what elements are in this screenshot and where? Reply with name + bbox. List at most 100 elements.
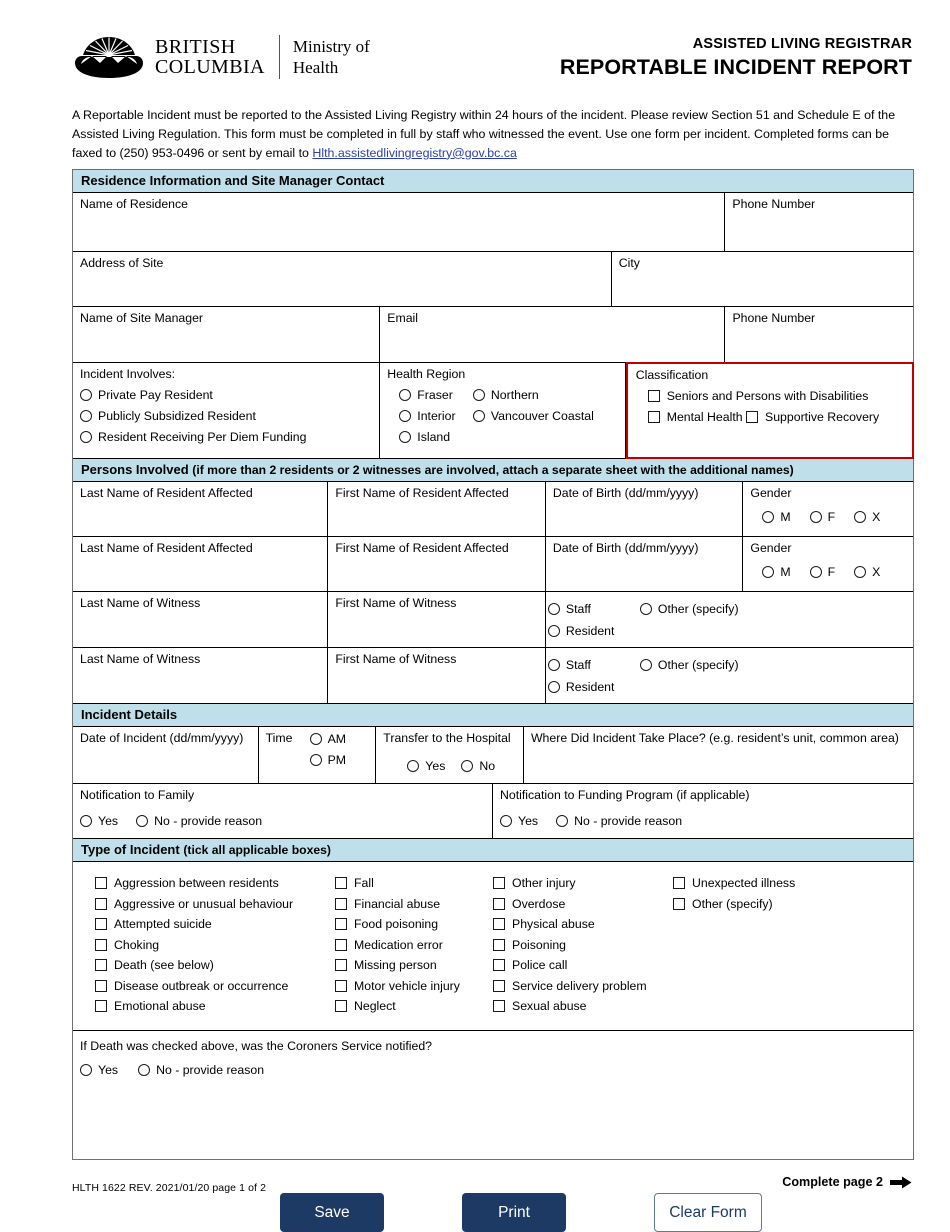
field-where-did-incident-take-place[interactable]: Where Did Incident Take Place? (e.g. res…	[524, 727, 913, 783]
label-resident1-first-name: First Name of Resident Affected	[335, 486, 509, 501]
checkbox-supportive-recovery[interactable]: Supportive Recovery	[746, 410, 879, 424]
incident-involves-options: Private Pay Resident Publicly Subsidized…	[80, 388, 373, 451]
checkbox-death[interactable]: Death (see below)	[95, 958, 335, 972]
radio-family-no[interactable]: No - provide reason	[136, 814, 262, 828]
radio-time-pm[interactable]: PM	[309, 753, 346, 767]
field-address-of-site[interactable]: Address of Site	[73, 252, 612, 306]
checkbox-poisoning[interactable]: Poisoning	[493, 938, 673, 952]
checkbox-neglect[interactable]: Neglect	[335, 999, 493, 1013]
radio-resident1-gender-m[interactable]: M	[762, 510, 791, 524]
page-header: BRITISH COLUMBIA Ministry of Health ASSI…	[0, 0, 950, 100]
radio-resident2-gender-x[interactable]: X	[854, 565, 880, 579]
checkbox-overdose[interactable]: Overdose	[493, 897, 673, 911]
radio-transfer-no[interactable]: No	[461, 759, 495, 773]
field-resident2-last-name[interactable]: Last Name of Resident Affected	[73, 537, 329, 592]
checkbox-mental-health[interactable]: Mental Health	[647, 410, 743, 424]
radio-witness2-resident[interactable]: Resident	[547, 680, 614, 694]
checkbox-financial-abuse[interactable]: Financial abuse	[335, 897, 493, 911]
radio-resident1-gender-f[interactable]: F	[809, 510, 835, 524]
checkbox-physical-abuse[interactable]: Physical abuse	[493, 917, 673, 931]
checkbox-aggressive-or-unusual-behaviour[interactable]: Aggressive or unusual behaviour	[95, 897, 335, 911]
radio-funding-yes[interactable]: Yes	[500, 814, 538, 828]
checkbox-missing-person[interactable]: Missing person	[335, 958, 493, 972]
radio-coroner-yes[interactable]: Yes	[80, 1063, 118, 1077]
radio-per-diem-funding[interactable]: Resident Receiving Per Diem Funding	[80, 430, 306, 444]
ministry-line-1: Ministry of	[292, 36, 370, 56]
field-city[interactable]: City	[612, 252, 913, 306]
field-resident2-dob[interactable]: Date of Birth (dd/mm/yyyy)	[546, 537, 744, 592]
radio-witness2-other[interactable]: Other (specify)	[639, 658, 739, 672]
radio-resident2-gender-f[interactable]: F	[809, 565, 835, 579]
radio-coroner-no[interactable]: No - provide reason	[138, 1063, 264, 1077]
checkbox-icon	[647, 411, 660, 424]
coroner-reason-textarea[interactable]	[80, 1077, 906, 1151]
option-label: Medication error	[354, 937, 443, 952]
field-resident2-first-name[interactable]: First Name of Resident Affected	[328, 537, 546, 592]
checkbox-attempted-suicide[interactable]: Attempted suicide	[95, 917, 335, 931]
persons-title-bold: Persons Involved	[81, 462, 193, 478]
registry-email-link[interactable]: Hlth.assistedlivingregistry@gov.bc.ca	[312, 146, 516, 160]
checkbox-aggression-between-residents[interactable]: Aggression between residents	[95, 876, 335, 890]
radio-witness1-other[interactable]: Other (specify)	[639, 602, 739, 616]
field-date-of-incident[interactable]: Date of Incident (dd/mm/yyyy)	[73, 727, 259, 784]
health-region-col-2: Northern Vancouver Coastal	[472, 388, 619, 451]
checkbox-police-call[interactable]: Police call	[493, 958, 673, 972]
field-resident1-last-name[interactable]: Last Name of Resident Affected	[73, 482, 329, 537]
radio-private-pay-resident[interactable]: Private Pay Resident	[80, 388, 213, 402]
radio-region-interior[interactable]: Interior	[399, 409, 456, 423]
option-label: Choking	[114, 937, 160, 952]
checkbox-medication-error[interactable]: Medication error	[335, 938, 493, 952]
logo-line-columbia: COLUMBIA	[155, 56, 265, 78]
field-resident1-dob[interactable]: Date of Birth (dd/mm/yyyy)	[546, 482, 744, 537]
field-witness1-first-name[interactable]: First Name of Witness	[328, 592, 546, 648]
radio-region-island[interactable]: Island	[399, 430, 450, 444]
print-button[interactable]: Print	[462, 1193, 566, 1232]
option-label: AM	[327, 731, 347, 746]
checkbox-disease-outbreak-or-occurrence[interactable]: Disease outbreak or occurrence	[95, 979, 335, 993]
save-button[interactable]: Save	[280, 1193, 384, 1232]
radio-icon	[639, 603, 652, 616]
radio-witness2-staff[interactable]: Staff	[547, 658, 640, 672]
radio-resident2-gender-m[interactable]: M	[762, 565, 791, 579]
field-witness2-last-name[interactable]: Last Name of Witness	[73, 648, 329, 704]
checkbox-motor-vehicle-injury[interactable]: Motor vehicle injury	[335, 979, 493, 993]
checkbox-service-delivery-problem[interactable]: Service delivery problem	[493, 979, 673, 993]
option-label: Fall	[354, 876, 374, 891]
checkbox-other-injury[interactable]: Other injury	[493, 876, 673, 890]
radio-funding-no[interactable]: No - provide reason	[556, 814, 682, 828]
checkbox-icon	[673, 877, 685, 890]
radio-resident1-gender-x[interactable]: X	[854, 510, 880, 524]
label-incident-involves: Incident Involves:	[80, 367, 176, 381]
field-resident1-first-name[interactable]: First Name of Resident Affected	[328, 482, 546, 537]
checkbox-emotional-abuse[interactable]: Emotional abuse	[95, 999, 335, 1013]
checkbox-sexual-abuse[interactable]: Sexual abuse	[493, 999, 673, 1013]
radio-region-fraser[interactable]: Fraser	[399, 388, 453, 402]
radio-witness1-staff[interactable]: Staff	[547, 602, 640, 616]
radio-region-northern[interactable]: Northern	[472, 388, 539, 402]
option-label: No	[479, 758, 496, 773]
radio-publicly-subsidized-resident[interactable]: Publicly Subsidized Resident	[80, 409, 256, 423]
radio-region-vancouver-coastal[interactable]: Vancouver Coastal	[472, 409, 594, 423]
label-notification-to-family: Notification to Family	[80, 788, 195, 803]
field-site-manager-name[interactable]: Name of Site Manager	[73, 307, 381, 362]
checkbox-fall[interactable]: Fall	[335, 876, 493, 890]
field-site-manager-email[interactable]: Email	[380, 307, 726, 362]
field-site-manager-phone[interactable]: Phone Number	[725, 307, 913, 362]
option-label: Publicly Subsidized Resident	[98, 409, 256, 424]
radio-witness1-resident[interactable]: Resident	[547, 624, 614, 638]
checkbox-seniors-persons-with-disabilities[interactable]: Seniors and Persons with Disabilities	[647, 389, 868, 403]
form-body: Residence Information and Site Manager C…	[72, 169, 915, 1161]
checkbox-food-poisoning[interactable]: Food poisoning	[335, 917, 493, 931]
checkbox-unexpected-illness[interactable]: Unexpected illness	[673, 876, 795, 890]
radio-family-yes[interactable]: Yes	[80, 814, 118, 828]
field-witness1-last-name[interactable]: Last Name of Witness	[73, 592, 329, 648]
clear-form-button[interactable]: Clear Form	[654, 1193, 762, 1232]
checkbox-choking[interactable]: Choking	[95, 938, 335, 952]
radio-time-am[interactable]: AM	[309, 731, 347, 746]
radio-transfer-yes[interactable]: Yes	[407, 759, 445, 773]
field-witness2-first-name[interactable]: First Name of Witness	[328, 648, 546, 704]
field-residence-phone[interactable]: Phone Number	[725, 193, 913, 251]
section-header-persons-involved: Persons Involved (if more than 2 residen…	[73, 459, 913, 483]
field-name-of-residence[interactable]: Name of Residence	[73, 193, 726, 251]
checkbox-other-specify[interactable]: Other (specify)	[673, 897, 795, 911]
